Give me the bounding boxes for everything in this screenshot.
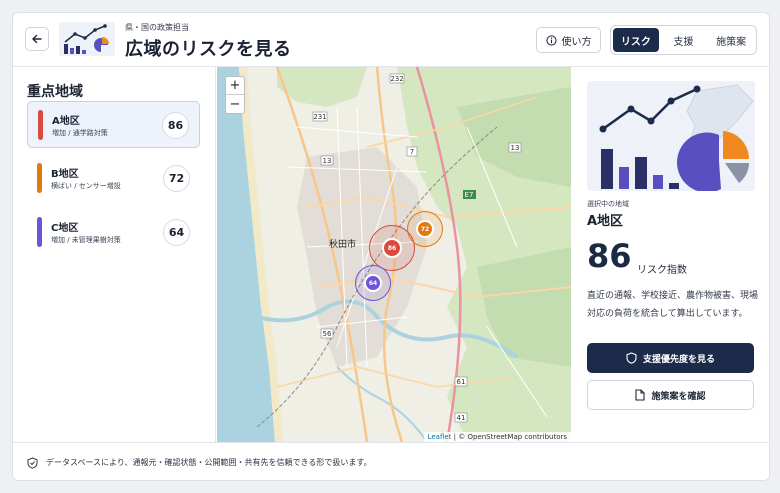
sidebar-title: 重点地域 bbox=[27, 84, 83, 100]
help-button[interactable]: 使い方 bbox=[536, 27, 601, 53]
help-label: 使い方 bbox=[561, 36, 592, 48]
selected-region-label: 選択中の地域 bbox=[587, 200, 629, 208]
header-subtitle: 県・国の政策担当 bbox=[125, 23, 189, 32]
app-frame: 県・国の政策担当 広域のリスクを見る 使い方 リスク 支援 施策案 重点地域 A… bbox=[12, 12, 770, 481]
page-title: 広域のリスクを見る bbox=[125, 39, 292, 60]
zoom-control: + − bbox=[225, 76, 245, 114]
region-color-bar bbox=[37, 163, 42, 193]
region-desc: 増加 / 未管理果樹対策 bbox=[51, 236, 121, 244]
road-label: 41 bbox=[457, 414, 466, 422]
region-color-bar bbox=[38, 110, 43, 140]
road-label: 61 bbox=[457, 378, 466, 386]
arrow-left-icon bbox=[32, 34, 42, 44]
road-label: E7 bbox=[465, 191, 474, 199]
risk-illustration bbox=[587, 81, 755, 191]
footer-text: データスペースにより、通報元・確認状態・公開範囲・共有先を信頼できる形で扱います… bbox=[46, 458, 372, 467]
region-name: C地区 bbox=[51, 223, 79, 234]
region-score: 64 bbox=[163, 219, 190, 246]
map-attribution: Leaflet | © OpenStreetMap contributors bbox=[423, 432, 571, 442]
info-icon bbox=[545, 34, 557, 46]
detail-panel: 選択中の地域 A地区 86 リスク指数 直近の通報、学校接近、農作物被害、現場対… bbox=[572, 67, 769, 442]
osm-attribution: | © OpenStreetMap contributors bbox=[453, 433, 567, 441]
region-sidebar: 重点地域 A地区 増加 / 通学路対策 86 B地区 横ばい / センサー増設 … bbox=[13, 67, 216, 442]
region-color-bar bbox=[37, 217, 42, 247]
zoom-in-button[interactable]: + bbox=[226, 77, 244, 95]
secondary-action-label: 施策案を確認 bbox=[651, 391, 706, 402]
marker-label: 72 bbox=[416, 220, 434, 238]
risk-score: 86 bbox=[587, 237, 632, 275]
selected-region-name: A地区 bbox=[587, 214, 624, 229]
tab-risk[interactable]: リスク bbox=[613, 28, 659, 52]
view-measures-button[interactable]: 施策案を確認 bbox=[587, 380, 754, 410]
shield-check-icon bbox=[27, 456, 38, 469]
document-icon bbox=[635, 389, 646, 401]
risk-score-label: リスク指数 bbox=[637, 265, 687, 276]
view-tabs: リスク 支援 施策案 bbox=[610, 25, 757, 55]
map-marker-c[interactable]: 64 bbox=[355, 265, 391, 301]
region-desc: 横ばい / センサー増設 bbox=[51, 182, 121, 190]
footer: データスペースにより、通報元・確認状態・公開範囲・共有先を信頼できる形で扱います… bbox=[13, 442, 769, 480]
region-score: 86 bbox=[162, 112, 189, 139]
shield-icon bbox=[626, 352, 637, 364]
app-logo bbox=[59, 22, 115, 56]
region-name: A地区 bbox=[52, 116, 80, 127]
road-label: 13 bbox=[323, 157, 332, 165]
leaflet-link[interactable]: Leaflet bbox=[428, 433, 452, 441]
region-item-a[interactable]: A地区 増加 / 通学路対策 86 bbox=[27, 101, 200, 148]
city-label: 秋田市 bbox=[329, 240, 357, 250]
zoom-out-button[interactable]: − bbox=[226, 95, 244, 113]
region-item-b[interactable]: B地区 横ばい / センサー増設 72 bbox=[27, 155, 200, 202]
tab-measures[interactable]: 施策案 bbox=[708, 28, 754, 52]
region-name: B地区 bbox=[51, 169, 79, 180]
region-score: 72 bbox=[163, 165, 190, 192]
marker-label: 86 bbox=[382, 238, 402, 258]
marker-label: 64 bbox=[364, 274, 382, 292]
road-label: 231 bbox=[313, 113, 326, 121]
region-desc: 増加 / 通学路対策 bbox=[52, 129, 108, 137]
back-button[interactable] bbox=[25, 27, 49, 51]
road-label: 56 bbox=[323, 330, 332, 338]
map-marker-b[interactable]: 72 bbox=[407, 211, 443, 247]
header: 県・国の政策担当 広域のリスクを見る 使い方 リスク 支援 施策案 bbox=[13, 13, 769, 67]
risk-map[interactable]: 231 232 13 7 E7 13 56 61 41 + − 秋田市 86 7… bbox=[217, 67, 571, 442]
road-label: 7 bbox=[410, 148, 414, 156]
road-label: 13 bbox=[511, 144, 520, 152]
view-support-priority-button[interactable]: 支援優先度を見る bbox=[587, 343, 754, 373]
road-label: 232 bbox=[390, 75, 403, 83]
risk-description: 直近の通報、学校接近、農作物被害、現場対応の負荷を統合して算出しています。 bbox=[587, 291, 759, 319]
region-item-c[interactable]: C地区 増加 / 未管理果樹対策 64 bbox=[27, 209, 200, 256]
primary-action-label: 支援優先度を見る bbox=[642, 354, 715, 365]
tab-support[interactable]: 支援 bbox=[661, 28, 707, 52]
